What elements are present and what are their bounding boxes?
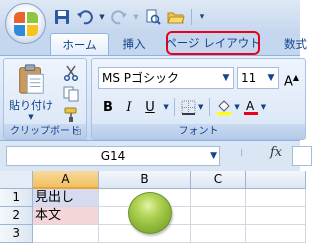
underline-button[interactable]: U: [140, 96, 160, 118]
paste-icon: [19, 64, 44, 94]
row-header-3[interactable]: 3: [0, 225, 33, 243]
office-button[interactable]: [5, 3, 46, 44]
fill-color-icon[interactable]: ▼: [215, 96, 240, 118]
ribbon-tab-row: ホーム 挿入 ページ レイアウト 数式: [0, 31, 307, 55]
font-size-dropdown-icon[interactable]: ▼: [264, 68, 278, 88]
font-size-value: 11: [241, 71, 257, 85]
font-name-value: MS Pゴシック: [102, 71, 180, 85]
tab-insert[interactable]: 挿入: [112, 33, 156, 55]
print-preview-icon[interactable]: [143, 7, 163, 27]
qat-separator: [191, 9, 192, 25]
undo-dropdown-icon[interactable]: ▼: [98, 7, 106, 27]
clipboard-group: 貼り付け ▼ クリップボード ◲: [3, 58, 87, 140]
underline-dropdown-icon[interactable]: ▼: [161, 96, 169, 118]
clipboard-launcher-icon[interactable]: ◲: [74, 127, 83, 136]
font-color-icon[interactable]: A ▼: [242, 96, 267, 118]
name-box[interactable]: G14 ▼: [6, 146, 220, 166]
name-box-value: G14: [100, 149, 126, 163]
column-header-a[interactable]: A: [33, 171, 99, 189]
bold-button[interactable]: B: [98, 96, 118, 118]
cell-d3[interactable]: [246, 225, 306, 243]
formula-input[interactable]: [292, 146, 312, 166]
column-header-next[interactable]: [246, 171, 306, 189]
font-name-combobox[interactable]: MS Pゴシック ▼: [98, 67, 234, 89]
cell-d1[interactable]: [246, 189, 306, 207]
column-header-c[interactable]: C: [191, 171, 246, 189]
font-group: MS Pゴシック ▼ 11 ▼ A▲ B I U ▼ ▼ ▼ A ▼ フォント: [91, 58, 306, 140]
format-separator: [209, 98, 211, 116]
font-size-combobox[interactable]: 11 ▼: [237, 67, 279, 89]
format-separator: [174, 98, 175, 116]
font-name-dropdown-icon[interactable]: ▼: [219, 68, 233, 88]
format-row: B I U ▼ ▼ ▼ A ▼: [98, 95, 267, 119]
save-icon[interactable]: [52, 7, 72, 27]
cell-c1[interactable]: [191, 189, 246, 207]
paste-dropdown-icon[interactable]: ▼: [28, 113, 33, 121]
cell-a2[interactable]: 本文: [33, 207, 99, 225]
cell-c3[interactable]: [191, 225, 246, 243]
insert-function-button[interactable]: fx: [270, 145, 282, 160]
copy-icon[interactable]: [60, 84, 82, 103]
clipboard-small-tools: [60, 63, 84, 124]
cut-icon[interactable]: [60, 63, 82, 82]
paste-label: 貼り付け: [9, 99, 53, 112]
svg-text:A: A: [246, 99, 255, 113]
column-header-b[interactable]: B: [99, 171, 191, 189]
open-folder-icon[interactable]: [166, 7, 186, 27]
redo-icon[interactable]: [109, 7, 129, 27]
format-painter-icon[interactable]: [60, 105, 82, 124]
office-logo-icon: [13, 11, 38, 36]
grow-font-icon[interactable]: A▲: [284, 67, 304, 89]
formula-bar-divider[interactable]: ⁞: [240, 148, 243, 164]
borders-icon[interactable]: ▼: [180, 96, 204, 118]
tab-home[interactable]: ホーム: [50, 33, 109, 55]
customize-qat-icon[interactable]: ▾: [197, 7, 207, 27]
quick-access-toolbar: ▼ ▼ ▾: [52, 6, 207, 28]
formula-bar: G14 ▼ ⁞ fx: [0, 141, 312, 171]
row-header-2[interactable]: 2: [0, 207, 33, 225]
cell-d2[interactable]: [246, 207, 306, 225]
font-group-label: フォント: [92, 124, 305, 139]
cell-c2[interactable]: [191, 207, 246, 225]
paste-button[interactable]: 貼り付け ▼: [8, 63, 54, 121]
tab-page-layout[interactable]: ページ レイアウト: [165, 31, 261, 55]
ribbon: 貼り付け ▼ クリップボード ◲ MS Pゴシック ▼ 11 ▼ A▲ B I …: [0, 55, 306, 141]
undo-icon[interactable]: [75, 7, 95, 27]
italic-button[interactable]: I: [119, 96, 139, 118]
tab-formulas[interactable]: 数式: [268, 33, 308, 55]
row-header-1[interactable]: 1: [0, 189, 33, 207]
cell-a1[interactable]: 見出し: [33, 189, 99, 207]
cell-a3[interactable]: [33, 225, 99, 243]
green-oval-shape[interactable]: [128, 192, 172, 234]
redo-dropdown-icon[interactable]: ▼: [132, 7, 140, 27]
name-box-dropdown-icon[interactable]: ▼: [210, 147, 217, 165]
select-all-corner[interactable]: [0, 171, 33, 189]
